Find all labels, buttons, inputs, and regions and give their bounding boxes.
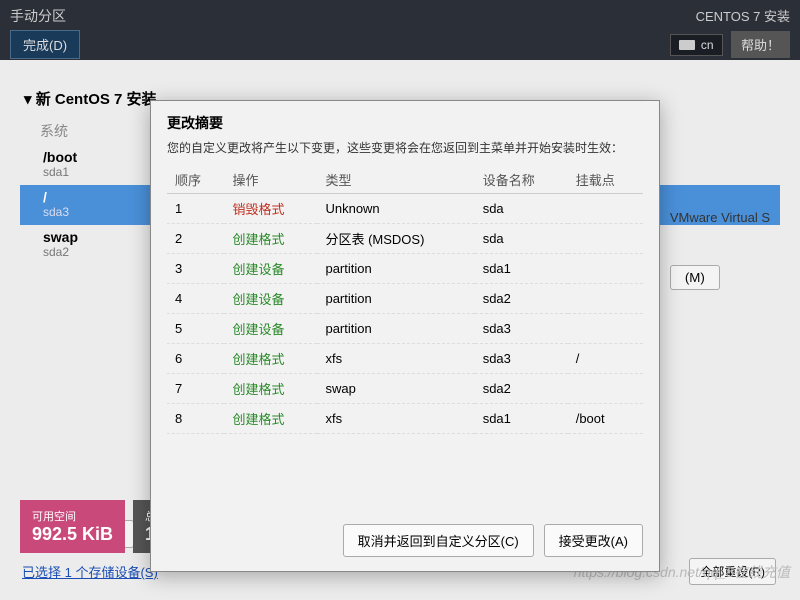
table-row[interactable]: 8创建格式xfssda1/boot [167,404,643,434]
selected-devices-link[interactable]: 已选择 1 个存储设备(S) [22,562,158,581]
table-row[interactable]: 6创建格式xfssda3/ [167,344,643,374]
col-type[interactable]: 类型 [317,166,474,194]
table-row[interactable]: 7创建格式swapsda2 [167,374,643,404]
table-row[interactable]: 4创建设备partitionsda2 [167,284,643,314]
avail-label: 可用空间 [32,508,113,524]
available-space-box: 可用空间 992.5 KiB [20,500,125,553]
col-mount[interactable]: 挂载点 [568,166,643,194]
table-row[interactable]: 1销毁格式Unknownsda [167,194,643,224]
dialog-description: 您的自定义更改将产生以下变更，这些变更将会在您返回到主菜单并开始安装时生效： [167,139,643,156]
modify-button[interactable]: (M) [670,265,720,290]
lang-code: cn [701,38,714,52]
keyboard-icon [679,40,695,50]
col-op[interactable]: 操作 [224,166,317,194]
device-text: VMware Virtual S [670,210,770,225]
help-button[interactable]: 帮助！ [731,31,790,58]
col-order[interactable]: 顺序 [167,166,224,194]
table-row[interactable]: 5创建设备partitionsda3 [167,314,643,344]
accept-button[interactable]: 接受更改(A) [544,524,643,557]
changes-table: 顺序 操作 类型 设备名称 挂载点 1销毁格式Unknownsda2创建格式分区… [167,166,643,434]
page-title: 手动分区 [10,6,670,26]
done-button[interactable]: 完成(D) [10,30,80,59]
dialog-title: 更改摘要 [167,113,643,133]
summary-dialog: 更改摘要 您的自定义更改将产生以下变更，这些变更将会在您返回到主菜单并开始安装时… [150,100,660,572]
table-row[interactable]: 3创建设备partitionsda1 [167,254,643,284]
avail-value: 992.5 KiB [32,524,113,545]
cancel-button[interactable]: 取消并返回到自定义分区(C) [343,524,534,557]
table-row[interactable]: 2创建格式分区表 (MSDOS)sda [167,224,643,254]
keyboard-indicator[interactable]: cn [670,34,723,56]
col-devname[interactable]: 设备名称 [475,166,568,194]
install-title: CENTOS 7 安装 [670,6,790,25]
